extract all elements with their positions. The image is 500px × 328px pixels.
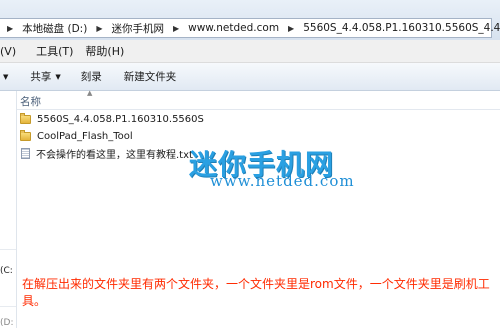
column-header-name[interactable]: 名称 bbox=[20, 94, 41, 109]
address-bar-area: ▶ 本地磁盘 (D:) ▶ 迷你手机网 ▶ www.netded.com ▶ 5… bbox=[0, 0, 500, 41]
txt-file-icon bbox=[21, 148, 30, 159]
breadcrumb-separator: ▶ bbox=[7, 23, 14, 33]
file-name: 5560S_4.4.058.P1.160310.5560S bbox=[37, 114, 204, 125]
file-row[interactable]: 5560S_4.4.058.P1.160310.5560S bbox=[20, 111, 204, 128]
sort-arrow-icon: ▲ bbox=[87, 89, 93, 97]
nav-divider bbox=[0, 306, 16, 307]
breadcrumb[interactable]: ▶ 本地磁盘 (D:) ▶ 迷你手机网 ▶ www.netded.com ▶ 5… bbox=[0, 18, 500, 38]
toolbar-left-caret[interactable]: ▼ bbox=[3, 73, 8, 81]
share-button-label: 共享 bbox=[30, 71, 52, 83]
new-folder-button[interactable]: 新建文件夹 bbox=[124, 69, 177, 84]
annotation-text: 在解压出来的文件夹里有两个文件夹，一个文件夹里是rom文件，一个文件夹里是刷机工… bbox=[22, 277, 490, 308]
file-row[interactable]: 不会操作的看这里，这里有教程.txt bbox=[20, 145, 193, 162]
navigation-pane[interactable]: (C: (D: bbox=[0, 91, 17, 328]
file-row[interactable]: CoolPad_Flash_Tool bbox=[20, 128, 133, 145]
menu-help[interactable]: 帮助(H) bbox=[85, 43, 132, 59]
command-toolbar: ▼ 共享 ▼ 刻录 新建文件夹 bbox=[0, 63, 500, 91]
new-folder-button-label: 新建文件夹 bbox=[123, 71, 177, 83]
breadcrumb-item-domain-folder[interactable]: www.netded.com bbox=[186, 22, 281, 34]
breadcrumb-separator[interactable]: ▶ bbox=[281, 24, 301, 33]
burn-button-label: 刻录 bbox=[80, 71, 102, 83]
breadcrumb-item-site-folder[interactable]: 迷你手机网 bbox=[109, 21, 166, 36]
watermark-url: www.netded.com bbox=[210, 172, 355, 190]
menu-bar: (V) 工具(T) 帮助(H) bbox=[0, 40, 500, 63]
menu-view[interactable]: (V) bbox=[0, 45, 24, 58]
nav-item-drive-d[interactable]: (D: bbox=[0, 318, 13, 328]
menu-tools[interactable]: 工具(T) bbox=[36, 43, 81, 59]
nav-item-drive-c[interactable]: (C: bbox=[0, 266, 13, 276]
share-button[interactable]: 共享 ▼ bbox=[30, 69, 60, 84]
breadcrumb-separator[interactable]: ▶ bbox=[166, 24, 186, 33]
breadcrumb-item-rom-folder[interactable]: 5560S_4.4.058.P1.160310.5560S_4.4.2 bbox=[301, 22, 500, 34]
breadcrumb-item-drive[interactable]: 本地磁盘 (D:) bbox=[20, 21, 89, 36]
chevron-down-icon: ▼ bbox=[55, 72, 61, 81]
burn-button[interactable]: 刻录 bbox=[81, 69, 102, 84]
chevron-down-icon: ▼ bbox=[3, 72, 9, 81]
folder-icon bbox=[20, 130, 31, 141]
file-name: CoolPad_Flash_Tool bbox=[37, 131, 133, 142]
nav-divider bbox=[0, 249, 16, 250]
breadcrumb-separator[interactable]: ▶ bbox=[89, 24, 109, 33]
folder-icon bbox=[20, 113, 31, 124]
column-header-row: ▲ 名称 bbox=[17, 89, 500, 110]
file-name: 不会操作的看这里，这里有教程.txt bbox=[36, 150, 193, 161]
